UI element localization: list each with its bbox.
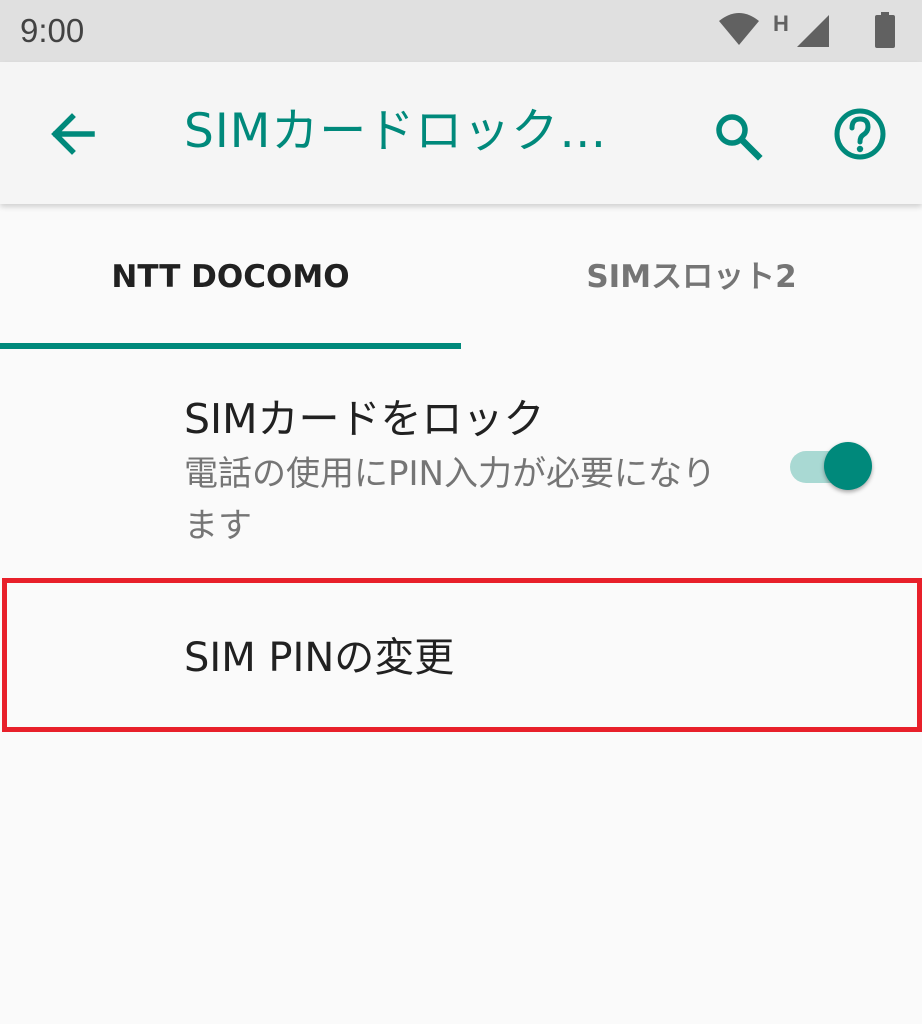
search-icon (716, 114, 763, 161)
lock-sim-card-toggle[interactable] (790, 442, 874, 492)
back-button[interactable] (38, 98, 110, 170)
lock-sim-card-preference[interactable]: SIMカードをロック 電話の使用にPIN入力が必要になります (0, 350, 922, 575)
app-bar: SIMカードロック… (0, 62, 922, 204)
search-button[interactable] (700, 98, 772, 170)
change-sim-pin-title: SIM PINの変更 (184, 635, 455, 681)
lock-sim-card-title: SIMカードをロック (184, 395, 545, 443)
lock-sim-card-summary: 電話の使用にPIN入力が必要になります (184, 454, 716, 546)
help-button[interactable] (824, 98, 896, 170)
change-sim-pin-preference[interactable]: SIM PINの変更 (2, 578, 922, 732)
tab-ntt-docomo[interactable]: NTT DOCOMO (0, 204, 461, 350)
cellular-signal-icon (797, 15, 829, 47)
tab-indicator (0, 343, 461, 349)
network-type-icon: H (773, 12, 789, 34)
page-title: SIMカードロック… (184, 104, 608, 159)
tab-label: SIMスロット2 (586, 259, 797, 295)
battery-icon (875, 12, 895, 48)
tab-sim-slot-2[interactable]: SIMスロット2 (461, 204, 922, 350)
sim-tabs: NTT DOCOMO SIMスロット2 (0, 204, 922, 350)
status-bar: 9:00 H (0, 0, 922, 62)
arrow-back-icon (51, 113, 95, 155)
status-time: 9:00 (20, 12, 85, 49)
help-circle-icon (834, 108, 886, 160)
network-type-label: H (773, 12, 789, 34)
tab-label: NTT DOCOMO (111, 259, 350, 295)
wifi-icon (719, 13, 759, 45)
toggle-thumb (824, 442, 872, 490)
